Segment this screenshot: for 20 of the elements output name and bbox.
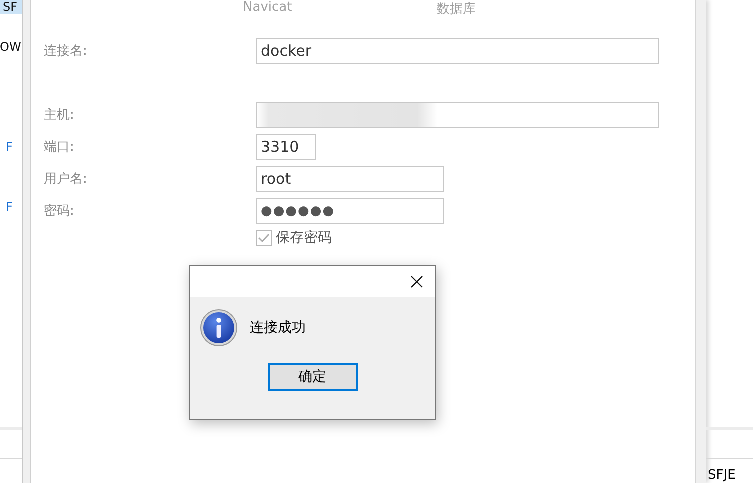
list-item: SFJE [708, 468, 736, 483]
input-field[interactable]: root [256, 166, 444, 192]
password-field[interactable]: ●●●●●● [256, 198, 444, 224]
input-field[interactable]: 3310 [256, 134, 316, 160]
message-text: 连接成功 [250, 319, 306, 337]
checkbox-label: 保存密码 [276, 229, 332, 247]
list-item[interactable]: SF [0, 0, 22, 14]
close-icon[interactable] [411, 276, 423, 288]
ok-button[interactable]: 确定 [268, 363, 358, 391]
input-field[interactable]: docker [256, 38, 659, 64]
info-icon [200, 309, 238, 347]
host-field[interactable] [256, 102, 659, 128]
field-label: 用户名: [44, 171, 88, 188]
field-label: 主机: [44, 107, 76, 124]
field-label: 密码: [44, 203, 76, 220]
field-label: 端口: [44, 139, 76, 156]
list-item[interactable]: F [6, 200, 13, 214]
field-label: 连接名: [44, 43, 88, 60]
list-item[interactable]: OW [0, 40, 22, 54]
list-item[interactable]: F [6, 140, 13, 154]
